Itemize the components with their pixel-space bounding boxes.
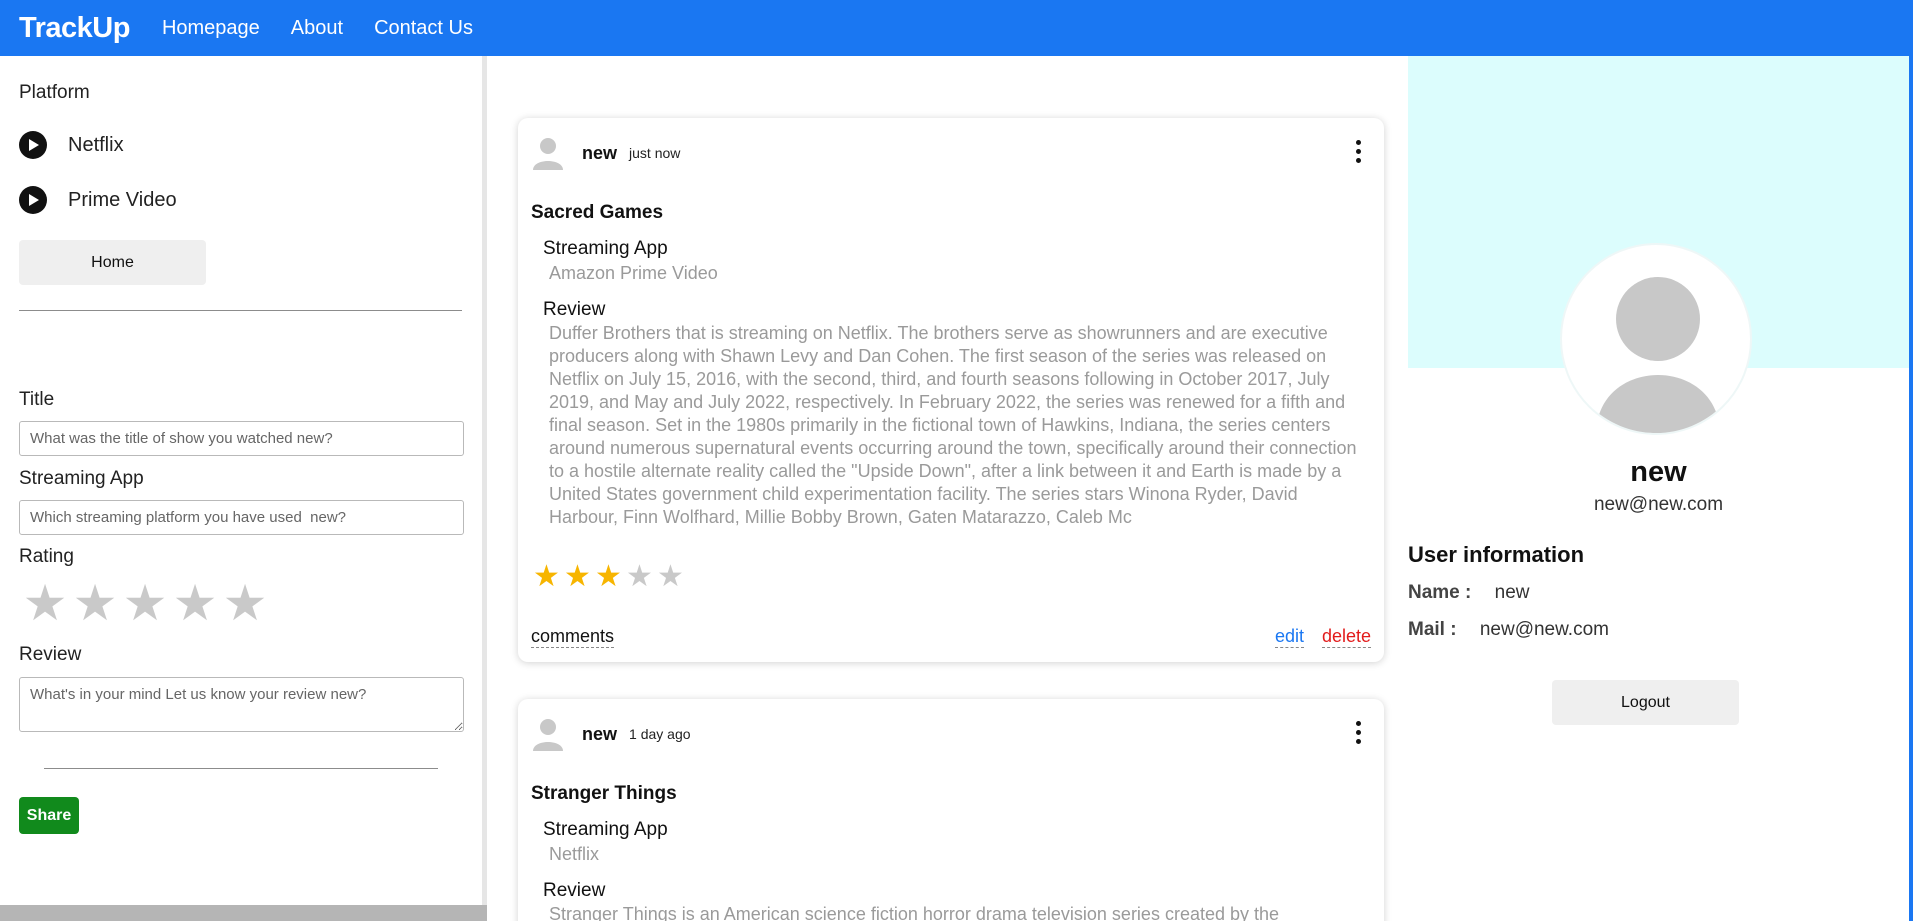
comments-link[interactable]: comments (531, 626, 615, 648)
post-timestamp: just now (629, 145, 681, 161)
profile-email: new@new.com (1593, 494, 1724, 515)
sidebar-item-label: Prime Video (68, 188, 177, 211)
more-vertical-icon[interactable] (1356, 140, 1362, 163)
home-button[interactable]: Home (19, 240, 206, 285)
info-row-name: Name : new (1408, 582, 1530, 604)
divider (19, 310, 462, 311)
star-icon[interactable]: ★ (70, 578, 120, 628)
user-avatar-icon[interactable] (532, 136, 564, 170)
rating-input[interactable]: ★ ★ ★ ★ ★ (20, 578, 270, 628)
info-value: new@new.com (1479, 619, 1609, 640)
star-icon: ★ (564, 560, 591, 593)
rating-label: Rating (19, 546, 74, 567)
post-header: new 1 day ago (532, 717, 691, 751)
nav-link-homepage[interactable]: Homepage (162, 17, 260, 40)
window-right-edge (1909, 0, 1913, 921)
info-row-mail: Mail : new@new.com (1408, 619, 1609, 641)
streaming-app-value: Netflix (549, 844, 600, 864)
streaming-app-value: Amazon Prime Video (549, 263, 718, 283)
review-label: Review (543, 880, 606, 901)
info-key: Name : (1408, 582, 1472, 603)
delete-link[interactable]: delete (1321, 626, 1371, 648)
star-icon[interactable]: ★ (220, 578, 270, 628)
star-icon: ★ (533, 560, 560, 593)
review-text: Stranger Things is an American science f… (549, 904, 1280, 921)
review-textarea[interactable] (19, 677, 464, 732)
review-text: Duffer Brothers that is streaming on Net… (549, 323, 1357, 527)
user-avatar-icon (1560, 243, 1752, 435)
platform-heading: Platform (19, 82, 90, 103)
post-author[interactable]: new (582, 143, 617, 164)
info-key: Mail : (1408, 619, 1457, 640)
profile-panel: new new@new.com User information Name : … (1408, 56, 1909, 921)
brand-logo[interactable]: TrackUp (19, 12, 130, 45)
review-label: Review (543, 299, 606, 320)
star-icon[interactable]: ★ (170, 578, 220, 628)
title-input[interactable] (19, 421, 464, 456)
review-card: new 1 day ago Stranger Things Streaming … (518, 699, 1384, 921)
sidebar-item-label: Netflix (68, 133, 124, 156)
top-navbar: TrackUp Homepage About Contact Us (0, 0, 1913, 56)
divider (44, 768, 438, 769)
profile-name: new (1630, 456, 1687, 488)
streaming-app-label: Streaming App (543, 238, 668, 259)
star-icon: ★ (626, 560, 653, 593)
star-icon: ★ (595, 560, 622, 593)
user-info-heading: User information (1408, 542, 1585, 567)
star-icon: ★ (657, 560, 684, 593)
sidebar-scroll-footer (0, 905, 487, 921)
post-author[interactable]: new (582, 724, 617, 745)
star-icon[interactable]: ★ (20, 578, 70, 628)
nav-link-about[interactable]: About (291, 17, 343, 40)
review-card: new just now Sacred Games Streaming App … (518, 118, 1384, 662)
user-avatar-icon[interactable] (532, 717, 564, 751)
streaming-app-label: Streaming App (543, 819, 668, 840)
post-timestamp: 1 day ago (629, 726, 691, 742)
sidebar-item-prime-video[interactable]: Prime Video (19, 186, 177, 214)
star-icon[interactable]: ★ (120, 578, 170, 628)
post-header: new just now (532, 136, 680, 170)
edit-link[interactable]: edit (1274, 626, 1304, 648)
post-title: Sacred Games (531, 202, 664, 223)
post-title: Stranger Things (531, 783, 677, 804)
streaming-app-label: Streaming App (19, 468, 144, 489)
play-circle-icon (19, 186, 47, 214)
review-label: Review (19, 644, 82, 665)
title-label: Title (19, 389, 55, 410)
post-rating: ★ ★ ★ ★ ★ (531, 562, 686, 592)
logout-button[interactable]: Logout (1552, 680, 1739, 725)
nav-link-contact[interactable]: Contact Us (374, 17, 473, 40)
share-button[interactable]: Share (19, 797, 79, 834)
more-vertical-icon[interactable] (1356, 721, 1362, 744)
sidebar-item-netflix[interactable]: Netflix (19, 131, 124, 159)
review-feed: new just now Sacred Games Streaming App … (492, 56, 1408, 921)
left-sidebar: Platform Netflix Prime Video Home Title … (0, 56, 487, 921)
streaming-app-input[interactable] (19, 500, 464, 535)
info-value: new (1494, 582, 1530, 603)
play-circle-icon (19, 131, 47, 159)
